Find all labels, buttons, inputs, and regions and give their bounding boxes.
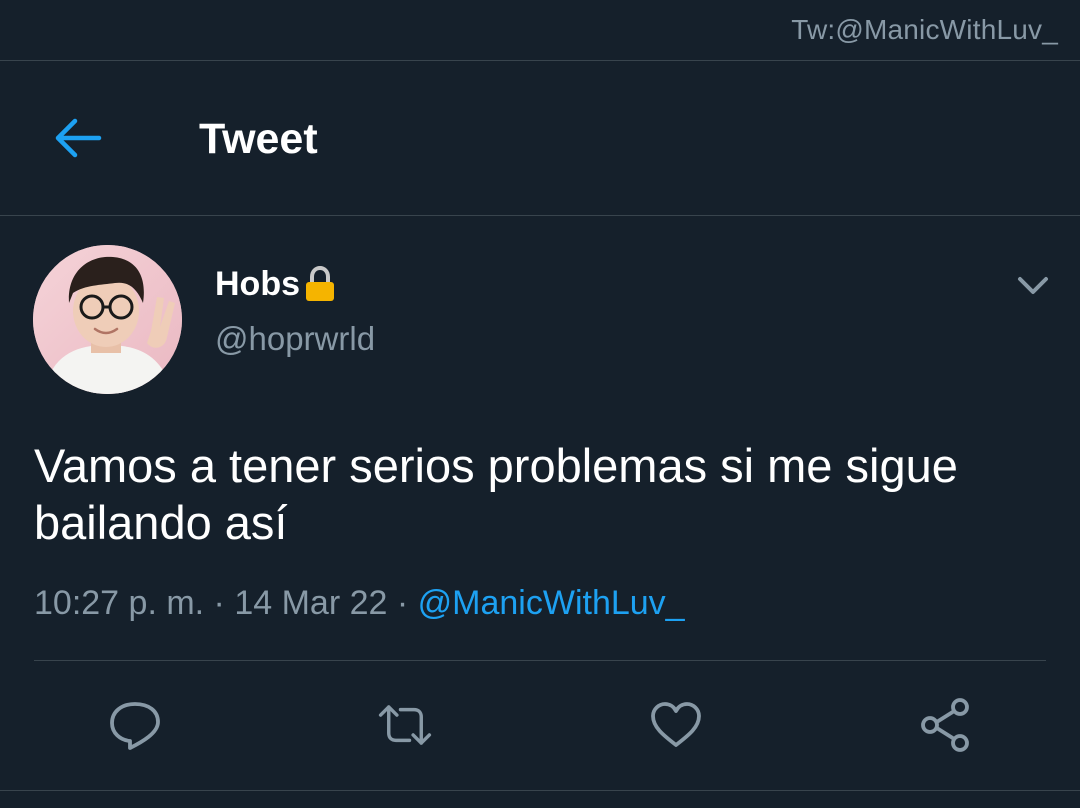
reply-button[interactable] (107, 697, 163, 753)
page-title: Tweet (199, 115, 318, 163)
retweet-icon (378, 705, 432, 745)
reply-icon (110, 702, 160, 750)
lock-icon (306, 266, 334, 301)
tweet-time: 10:27 p. m. (34, 584, 205, 622)
retweet-button[interactable] (377, 697, 433, 753)
share-icon (921, 698, 969, 752)
tweet-date: 14 Mar 22 (234, 584, 388, 622)
heart-icon (651, 702, 701, 747)
separator: · (387, 584, 418, 622)
author-handle[interactable]: @hoprwrld (215, 320, 375, 358)
tweet-text: Vamos a tener serios problemas si me sig… (34, 439, 958, 549)
avatar-photo (33, 245, 182, 394)
divider (0, 790, 1080, 791)
watermark: Tw:@ManicWithLuv_ (791, 14, 1058, 45)
back-button[interactable] (46, 113, 110, 163)
chevron-down-icon[interactable] (1014, 270, 1052, 302)
tweet-metadata: 10:27 p. m. · 14 Mar 22 · @ManicWithLuv_ (34, 584, 685, 623)
arrow-left-icon (55, 118, 102, 158)
avatar[interactable] (33, 245, 182, 394)
share-button[interactable] (918, 697, 974, 753)
divider (34, 660, 1046, 661)
like-button[interactable] (648, 697, 704, 753)
separator: · (204, 584, 235, 622)
header-bar: Tweet (0, 61, 1080, 215)
author-display-name[interactable]: Hobs (215, 265, 300, 304)
author-name-row[interactable]: Hobs (215, 264, 337, 304)
tweet-detail-screen: Tw:@ManicWithLuv_ Tweet Hobs @hoprwrld V… (0, 0, 1080, 808)
via-mention-link[interactable]: @ManicWithLuv_ (418, 584, 685, 622)
divider (0, 215, 1080, 216)
